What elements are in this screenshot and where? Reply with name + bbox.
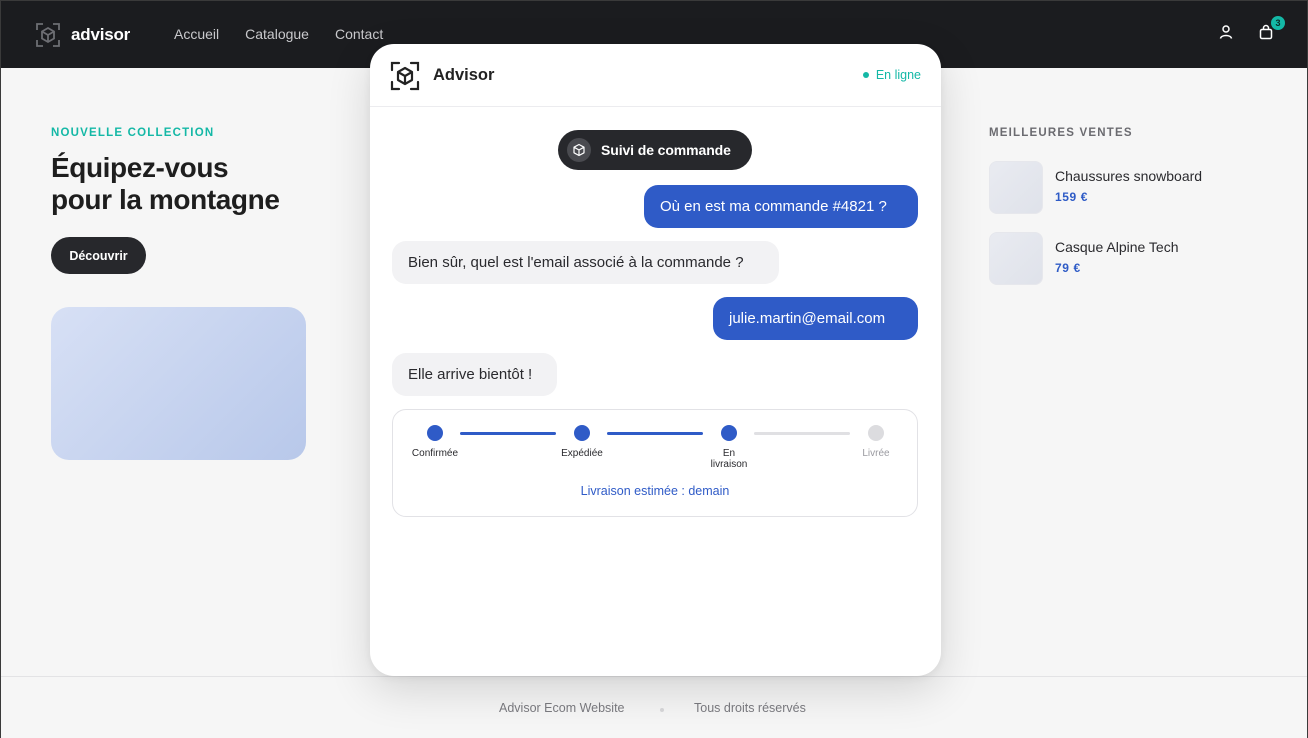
order-tracking-label: Suivi de commande [601,142,731,158]
product-item[interactable]: Casque Alpine Tech 79 € [989,232,1179,285]
hero-title: Équipez-vous pour la montagne [51,152,331,216]
online-status: En ligne [862,68,921,82]
cart-button[interactable]: 3 [1255,15,1286,43]
user-message: julie.martin@email.com [713,297,918,340]
step-dot-shipped [574,425,590,441]
progress-line-pending [754,432,850,435]
nav-link-accueil[interactable]: Accueil [174,26,219,42]
status-dot-icon [862,72,869,78]
cart-count-badge: 3 [1270,15,1286,31]
logo-icon [36,23,60,47]
footer-site-name: Advisor Ecom Website [499,701,625,715]
nav-link-contact[interactable]: Contact [335,26,383,42]
hero-image [51,307,306,460]
footer-rights: Tous droits réservés [694,701,806,715]
user-icon [1219,25,1233,39]
progress-line-done [607,432,703,435]
status-label: En ligne [875,68,921,82]
product-info: Chaussures snowboard 159 € [1055,161,1202,214]
nav-link-catalogue[interactable]: Catalogue [245,26,309,42]
product-info: Casque Alpine Tech 79 € [1055,232,1179,285]
product-name: Chaussures snowboard [1055,168,1203,184]
hero-title-line-1: Équipez-vous [51,152,229,183]
best-sellers-title: MEILLEURES VENTES [989,127,1133,139]
bot-message: Elle arrive bientôt ! [392,353,557,396]
step-label-confirmed: Confirmée [411,448,459,459]
chat-header: Advisor En ligne [370,44,941,107]
bot-message: Bien sûr, quel est l'email associé à la … [392,241,779,284]
account-button[interactable] [1215,21,1237,43]
step-label-delivered: Livrée [862,448,890,459]
user-message: Où en est ma commande #4821 ? [644,185,918,228]
order-tracking-chip[interactable]: Suivi de commande [558,130,752,170]
footer: Advisor Ecom Website Tous droits réservé… [1,676,1307,738]
step-dot-in-delivery [721,425,737,441]
hero-title-line-2: pour la montagne [51,184,280,215]
progress-line-done [460,432,556,435]
step-label-in-delivery-line-2: livraison [710,459,748,470]
brand[interactable]: advisor [35,22,130,48]
brand-name: advisor [71,25,131,44]
estimated-delivery: Livraison estimée : demain [580,484,730,498]
step-label-in-delivery-line-1: En [722,448,736,459]
step-label-shipped: Expédiée [561,448,603,459]
chat-title: Advisor [433,66,495,84]
step-dot-confirmed [427,425,443,441]
header-actions: 3 [1215,15,1286,43]
box-icon [567,138,591,162]
advisor-logo-icon [390,61,420,91]
step-dot-delivered [868,425,884,441]
main-nav: Accueil Catalogue Contact [174,26,409,42]
product-price: 79 € [1055,261,1081,275]
product-name: Casque Alpine Tech [1055,239,1179,255]
product-thumbnail [989,232,1043,285]
product-thumbnail [989,161,1043,214]
hero-kicker: NOUVELLE COLLECTION [51,127,215,139]
product-item[interactable]: Chaussures snowboard 159 € [989,161,1202,214]
product-price: 159 € [1055,190,1089,204]
step-label-in-delivery: En livraison [699,448,759,470]
discover-button[interactable]: Découvrir [51,237,146,274]
delivery-tracker: Confirmée Expédiée En livraison Livrée L… [392,409,918,517]
chat-widget: Advisor En ligne Suivi de commande Où en… [370,44,941,676]
footer-separator [660,708,664,712]
